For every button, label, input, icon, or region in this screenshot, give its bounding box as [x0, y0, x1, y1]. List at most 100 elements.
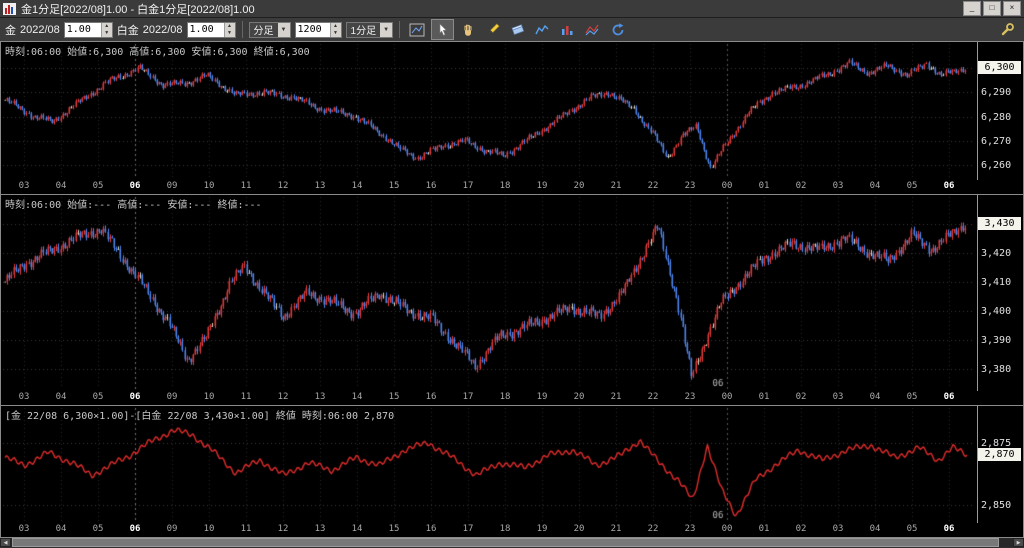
compare-chart-icon[interactable]: [581, 19, 604, 40]
price-tick-label: 3,380: [981, 364, 1012, 375]
time-axis-label: 22: [647, 392, 659, 402]
refresh-icon[interactable]: [606, 19, 629, 40]
period-type-select[interactable]: 分足 ▼: [248, 21, 291, 38]
chevron-down-icon[interactable]: ▼: [277, 22, 290, 37]
time-axis-label: 16: [425, 392, 437, 402]
minimize-button[interactable]: _: [963, 1, 981, 16]
gold-last-price-box: 6,300: [978, 61, 1021, 74]
gold-multiplier-down-icon[interactable]: ▼: [100, 29, 112, 37]
gold-price-axis: 6,3006,2906,2806,2706,2606,300: [977, 42, 1022, 180]
gold-multiplier-input[interactable]: [64, 22, 101, 37]
time-axis-label: 02: [795, 524, 807, 534]
scrollbar-track[interactable]: [11, 538, 1013, 547]
app-chart-icon: [3, 2, 17, 15]
bar-count-up-icon[interactable]: ▲: [329, 22, 341, 30]
chart-panels: 時刻:06:00 始値:6,300 高値:6,300 安値:6,300 終値:6…: [0, 42, 1024, 538]
platinum-multiplier-stepper[interactable]: ▲ ▼: [186, 21, 236, 38]
spread-panel: [金 22/08 6,300×1.00]-[白金 22/08 3,430×1.0…: [1, 406, 1023, 538]
price-tick-label: 2,850: [981, 500, 1012, 511]
price-tick-label: 3,420: [981, 248, 1012, 259]
platinum-multiplier-up-icon[interactable]: ▲: [223, 22, 235, 30]
time-axis-label: 16: [425, 181, 437, 191]
time-axis-label: 17: [462, 181, 474, 191]
platinum-time-axis: 03 04 05 06 09 10 11 12 13 14 15 16 17 18 19 20 21 22 23 00…: [1, 391, 1023, 405]
time-axis-label: 22: [647, 181, 659, 191]
time-axis-label: 14: [351, 181, 363, 191]
platinum-multiplier-input[interactable]: [187, 22, 224, 37]
price-tick-label: 6,290: [981, 87, 1012, 98]
time-axis-label: 03: [832, 392, 844, 402]
platinum-price-axis: 3,4303,4203,4103,4003,3903,3803,430: [977, 195, 1022, 391]
line-chart-icon[interactable]: [531, 19, 554, 40]
platinum-chart-canvas[interactable]: [1, 195, 977, 391]
time-axis-label: 00: [721, 524, 733, 534]
time-axis-label: 15: [388, 524, 400, 534]
wrench-icon[interactable]: [996, 19, 1019, 40]
time-axis-label: 12: [277, 181, 289, 191]
time-axis-label: 18: [499, 524, 511, 534]
scroll-right-icon[interactable]: ▶: [1013, 538, 1024, 547]
spread-time-axis: 03 04 05 06 09 10 11 12 13 14 15 16 17 18 19 20 21 22 23 00…: [1, 523, 1023, 537]
bar-chart-icon[interactable]: [556, 19, 579, 40]
time-axis-label: 23: [684, 392, 696, 402]
eraser-icon[interactable]: [506, 19, 529, 40]
chart-scale-icon[interactable]: [406, 19, 429, 40]
time-axis-label: 13: [314, 181, 326, 191]
scrollbar-thumb[interactable]: [12, 538, 999, 547]
bar-count-stepper[interactable]: ▲ ▼: [294, 21, 342, 38]
time-axis-label: 09: [166, 524, 178, 534]
spread-price-axis: 2,875 2,850 2,870: [977, 406, 1022, 523]
bar-count-down-icon[interactable]: ▼: [329, 29, 341, 37]
close-button[interactable]: ×: [1003, 1, 1021, 16]
platinum-multiplier-down-icon[interactable]: ▼: [223, 29, 235, 37]
gold-multiplier-up-icon[interactable]: ▲: [100, 22, 112, 30]
scroll-left-icon[interactable]: ◀: [0, 538, 11, 547]
gold-contract-month[interactable]: 2022/08: [20, 24, 60, 36]
chevron-down-icon[interactable]: ▼: [380, 22, 393, 37]
toolbar-separator: [241, 21, 243, 38]
toolbar-icon-group: [406, 19, 629, 40]
time-axis-label: 05: [92, 392, 104, 402]
bar-count-input[interactable]: [295, 22, 330, 37]
time-axis-label: 06: [129, 524, 141, 534]
time-axis-label: 06: [129, 392, 141, 402]
time-axis-label: 02: [795, 392, 807, 402]
price-tick-label: 3,410: [981, 277, 1012, 288]
time-axis-label: 04: [869, 392, 881, 402]
gold-chart-canvas[interactable]: [1, 42, 977, 180]
time-axis-label: 05: [906, 524, 918, 534]
time-axis-label: 16: [425, 524, 437, 534]
timeframe-select[interactable]: 1分足 ▼: [345, 21, 394, 38]
platinum-contract-month[interactable]: 2022/08: [143, 24, 183, 36]
time-axis-label: 09: [166, 181, 178, 191]
time-axis-label: 03: [18, 181, 30, 191]
time-axis-label: 00: [721, 392, 733, 402]
time-axis-label: 04: [55, 181, 67, 191]
time-axis-label: 06: [943, 181, 955, 191]
time-axis-label: 01: [758, 392, 770, 402]
time-axis-label: 03: [18, 524, 30, 534]
gold-panel: 時刻:06:00 始値:6,300 高値:6,300 安値:6,300 終値:6…: [1, 42, 1023, 195]
time-axis-label: 03: [832, 181, 844, 191]
time-axis-label: 13: [314, 524, 326, 534]
time-axis-label: 13: [314, 392, 326, 402]
cursor-icon[interactable]: [431, 19, 455, 40]
time-axis-label: 19: [536, 524, 548, 534]
hand-icon[interactable]: [456, 19, 479, 40]
time-axis-label: 09: [166, 392, 178, 402]
spread-chart-canvas[interactable]: [1, 406, 977, 523]
time-axis-label: 23: [684, 524, 696, 534]
pencil-icon[interactable]: [481, 19, 504, 40]
horizontal-scrollbar[interactable]: ◀ ▶: [0, 538, 1024, 547]
timeframe-value: 1分足: [350, 26, 377, 37]
gold-multiplier-stepper[interactable]: ▲ ▼: [63, 21, 113, 38]
time-axis-label: 21: [610, 524, 622, 534]
time-axis-label: 20: [573, 181, 585, 191]
time-axis-label: 04: [869, 181, 881, 191]
price-tick-label: 3,400: [981, 306, 1012, 317]
time-axis-label: 19: [536, 392, 548, 402]
maximize-button[interactable]: □: [983, 1, 1001, 16]
time-axis-label: 04: [55, 524, 67, 534]
time-axis-label: 14: [351, 524, 363, 534]
time-axis-label: 01: [758, 524, 770, 534]
